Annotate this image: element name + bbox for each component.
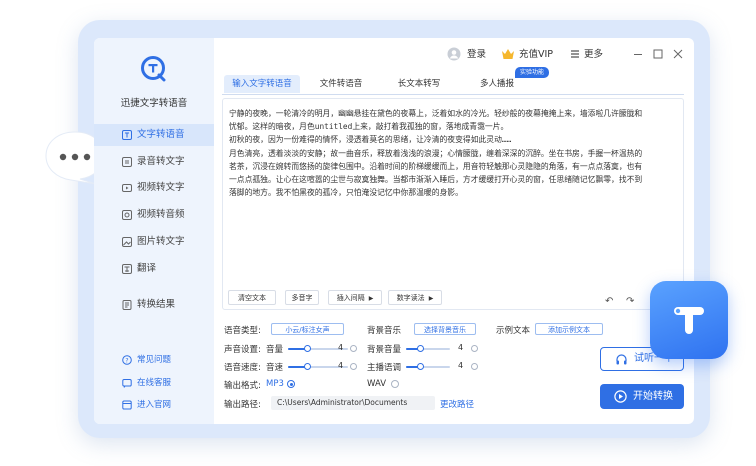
sidebar-item-label: 图片转文字: [137, 236, 185, 247]
video-to-text-icon: [122, 184, 132, 192]
bg-volume-reset-icon[interactable]: [471, 345, 478, 352]
login-link[interactable]: 登录: [467, 48, 486, 62]
svg-text:?: ?: [125, 357, 128, 364]
sidebar-item-label: 录音转文字: [137, 156, 185, 167]
sidebar-item-label: 视频转音频: [137, 209, 185, 220]
format-mp3-label: MP3: [266, 379, 284, 389]
sidebar-item-label: 文字转语音: [137, 129, 185, 140]
sidebar-item-text-to-speech[interactable]: 文字转语音: [94, 124, 214, 146]
voice-type-label: 语音类型:: [224, 326, 261, 336]
bg-music-label: 背景音乐: [367, 326, 402, 336]
bg-volume-label: 背景音量: [367, 345, 402, 355]
video-to-audio-icon: [122, 210, 132, 220]
pitch-slider-knob[interactable]: [416, 363, 424, 370]
help-label: 在线客服: [137, 378, 172, 388]
number-read-label: 数字读法: [396, 294, 425, 302]
change-path-link[interactable]: 更改路径: [440, 398, 474, 410]
customer-service-icon: [122, 379, 132, 388]
format-wav-label: WAV: [367, 379, 387, 389]
clear-text-button[interactable]: 清空文本: [228, 290, 276, 305]
editor-text[interactable]: 宁静的夜晚，一轮清冷的明月，幽幽悬挂在黛色的夜幕上，泛着如水的冷光。轻纱般的夜幕…: [229, 107, 677, 199]
voice-type-select[interactable]: 小云/标注女声: [271, 323, 344, 335]
tab-long-text[interactable]: 长文本转写: [388, 75, 450, 93]
sample-text-label: 示例文本: [496, 326, 531, 336]
sidebar-item-recording-to-text[interactable]: 录音转文字: [94, 151, 214, 173]
sidebar-item-result[interactable]: 转换结果: [94, 294, 214, 316]
start-convert-label: 开始转换: [633, 391, 673, 402]
format-wav-radio[interactable]: [391, 380, 399, 388]
undo-icon[interactable]: ↶: [605, 296, 613, 307]
polyphone-button[interactable]: 多音字: [285, 290, 319, 305]
start-convert-button[interactable]: 开始转换: [600, 384, 684, 409]
format-mp3-radio[interactable]: [287, 380, 295, 388]
experimental-badge: 实验功能: [515, 67, 549, 78]
text-editor[interactable]: 宁静的夜晚，一轮清冷的明月，幽幽悬挂在黛色的夜幕上，泛着如水的冷光。轻纱般的夜幕…: [222, 98, 684, 310]
tab-divider: [222, 94, 684, 95]
minimize-icon[interactable]: [632, 48, 644, 60]
speed-value: 4: [338, 361, 344, 370]
maximize-icon[interactable]: [652, 48, 664, 60]
text-t-icon: [674, 307, 704, 334]
tab-file-to-speech[interactable]: 文件转语音: [310, 75, 372, 93]
sidebar-item-label: 翻译: [137, 263, 157, 274]
sidebar-item-translate[interactable]: 翻译: [94, 258, 214, 280]
pitch-label: 主播语调: [367, 363, 402, 373]
vip-recharge-link[interactable]: 充值VIP: [519, 48, 553, 62]
caret-right-icon: ▶: [368, 295, 374, 302]
recording-to-text-icon: [122, 157, 132, 167]
sidebar-item-video-to-audio[interactable]: 视频转音频: [94, 204, 214, 226]
pitch-value: 4: [458, 361, 464, 370]
sidebar: 迅捷文字转语音 文字转语音 录音转文字 视频转文字 视频转音频 图片转文字 翻译…: [94, 38, 214, 424]
number-read-button[interactable]: 数字读法 ▶: [388, 290, 442, 305]
speed-settings-label: 语音速度:: [224, 363, 261, 373]
pitch-reset-icon[interactable]: [471, 363, 478, 370]
menu-icon: [571, 50, 579, 58]
path-label: 输出路径:: [224, 400, 261, 410]
insert-pause-button[interactable]: 插入间隔 ▶: [328, 290, 382, 305]
volume-reset-icon[interactable]: [350, 345, 357, 352]
redo-icon[interactable]: ↷: [626, 296, 634, 307]
format-label: 输出格式:: [224, 381, 261, 391]
result-icon: [122, 300, 132, 310]
bg-music-select[interactable]: 选择背景音乐: [414, 323, 476, 335]
output-path-field[interactable]: C:\Users\Administrator\Documents: [271, 396, 435, 410]
insert-pause-label: 插入间隔: [336, 294, 365, 302]
pitch-slider[interactable]: [406, 363, 450, 370]
image-to-text-icon: [122, 237, 132, 247]
translate-icon: [122, 264, 132, 274]
bg-volume-value: 4: [458, 343, 464, 352]
headphone-icon: [616, 354, 627, 365]
bg-volume-slider[interactable]: [406, 345, 450, 352]
sidebar-item-image-to-text[interactable]: 图片转文字: [94, 231, 214, 253]
speed-label: 音速: [266, 363, 284, 373]
vip-crown-icon: [502, 49, 514, 59]
help-label: 进入官网: [137, 400, 172, 410]
sample-text-select[interactable]: 添加示例文本: [535, 323, 603, 335]
play-circle-icon: [614, 390, 627, 403]
sound-settings-label: 声音设置:: [224, 345, 261, 355]
bg-volume-slider-knob[interactable]: [416, 345, 424, 352]
caret-right-icon: ▶: [428, 295, 434, 302]
speed-reset-icon[interactable]: [350, 363, 357, 370]
sidebar-item-label: 转换结果: [137, 299, 176, 310]
help-label: 常见问题: [137, 355, 172, 365]
sidebar-item-video-to-text[interactable]: 视频转文字: [94, 177, 214, 199]
website-icon: [122, 400, 132, 410]
more-menu-link[interactable]: 更多: [584, 48, 603, 62]
volume-slider-knob[interactable]: [303, 345, 311, 352]
text-to-speech-icon: [122, 130, 132, 140]
close-icon[interactable]: [672, 48, 684, 60]
question-icon: ?: [122, 355, 132, 365]
speed-slider-knob[interactable]: [303, 363, 311, 370]
tab-input-text[interactable]: 输入文字转语音: [224, 75, 300, 93]
sidebar-item-label: 视频转文字: [137, 182, 185, 193]
app-tile-icon: [650, 281, 728, 359]
app-logo-icon: [141, 56, 166, 82]
user-avatar-icon: [447, 47, 461, 61]
volume-label: 音量: [266, 345, 284, 355]
main-window: 迅捷文字转语音 文字转语音 录音转文字 视频转文字 视频转音频 图片转文字 翻译…: [94, 38, 694, 424]
app-name: 迅捷文字转语音: [120, 98, 188, 109]
volume-value: 4: [338, 343, 344, 352]
